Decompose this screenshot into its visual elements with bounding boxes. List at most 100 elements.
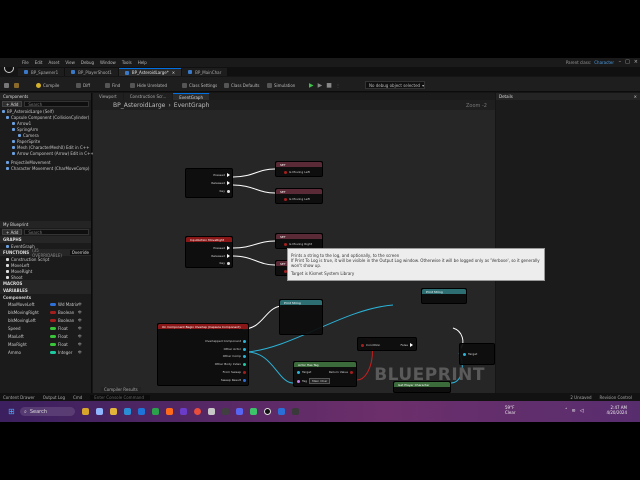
variable-item[interactable]: MaxLeft Float 👁 [0,332,91,340]
tab-bp-playershoot1[interactable]: BP_PlayerShoot1 [65,68,118,76]
class-settings-button[interactable]: Class Settings [182,81,217,89]
menu-asset[interactable]: Asset [48,60,59,65]
step-icon[interactable]: ▶ [318,82,323,89]
variable-type[interactable]: Integer [50,350,72,355]
cmd-dropdown[interactable]: Cmd [73,395,82,400]
input-action-node[interactable]: Pressed Released Key [185,168,233,198]
macros-section[interactable]: MACROS [0,280,91,287]
branch-node[interactable]: Condition False [357,337,417,351]
simulation-button[interactable]: Simulation [267,81,295,89]
event-graph-panel[interactable]: Viewport Construction Scr... EventGraph … [93,93,495,393]
debug-object-select[interactable]: No debug object selected ▾ [365,81,425,89]
set-value-pin[interactable]: Is Moving Right [284,242,312,246]
other-comp-pin[interactable]: Other Comp [223,354,246,358]
other-body-index-pin[interactable]: Other Body Index [215,362,246,366]
menu-tools[interactable]: Tools [122,60,132,65]
eye-icon[interactable]: 👁 [78,350,82,354]
actor-has-tag-node[interactable]: Actor Has Tag Target Return Value Tag Mai… [293,361,357,387]
close-icon[interactable]: × [634,94,637,99]
windows-start-icon[interactable]: ⊞ [8,407,15,416]
set-node[interactable]: SET Is Moving Left [275,161,323,177]
menu-window[interactable]: Window [100,60,116,65]
print-string-node[interactable]: Print String [279,299,323,335]
firefox-icon[interactable] [166,408,173,415]
add-component-button[interactable]: + Add [2,101,23,107]
graphs-section[interactable]: GRAPHS [0,236,91,243]
my-blueprint-search-input[interactable]: Search [24,229,89,235]
content-drawer-button[interactable]: Content Drawer [3,395,35,400]
task-view-icon[interactable] [96,408,103,415]
tab-bp-spawner1[interactable]: BP_Spawner1 [18,68,65,76]
variable-item[interactable]: Ammo Integer 👁 [0,348,91,356]
app-icon[interactable] [292,408,299,415]
eye-icon[interactable]: 👁 [78,342,82,346]
attach-target-pin[interactable]: Target [463,352,477,356]
variable-item[interactable]: bIsMovingRight Boolean 👁 [0,308,91,316]
variable-type[interactable]: Float [50,342,68,347]
tag-value-field[interactable]: Main Char [309,378,331,384]
add-member-button[interactable]: + Add [2,229,23,235]
volume-icon[interactable]: ◁ [580,408,584,414]
released-pin[interactable]: Released [211,181,230,185]
variable-item[interactable]: MaxMoveLeft Wd Matrix 👁 [0,300,91,308]
released-pin[interactable]: Released [211,254,230,258]
print-string-node-2[interactable]: Print String [421,288,467,304]
save-button[interactable] [4,81,9,89]
wifi-icon[interactable]: ≋ [572,408,576,414]
key-pin[interactable]: Key [220,261,230,265]
return-value-pin[interactable]: Return Value [329,370,353,374]
menu-view[interactable]: View [65,60,75,65]
hide-unrelated-button[interactable]: Hide Unrelated [130,81,167,89]
variable-type[interactable]: Float [50,326,68,331]
minimize-icon[interactable]: – [619,59,622,65]
chevron-up-icon[interactable]: ˄ [565,408,568,414]
app-icon[interactable] [222,408,229,415]
app-icon[interactable] [250,408,257,415]
file-explorer-icon[interactable] [110,408,117,415]
app-icon[interactable] [208,408,215,415]
app-icon[interactable] [152,408,159,415]
app-icon[interactable] [180,408,187,415]
begin-overlap-event-node[interactable]: On Component Begin Overlap (Capsule Comp… [157,323,249,386]
eye-icon[interactable]: 👁 [78,326,82,330]
close-icon[interactable]: × [634,59,638,65]
diff-button[interactable]: Diff [76,81,90,89]
play-icon[interactable]: ▶ [309,82,314,89]
eye-icon[interactable]: 👁 [78,302,82,306]
menu-edit[interactable]: Edit [35,60,43,65]
find-button[interactable]: Find [105,81,120,89]
pressed-pin[interactable]: Pressed [213,246,230,250]
target-pin[interactable]: Target [297,370,311,374]
menu-debug[interactable]: Debug [81,60,94,65]
more-icon[interactable]: ⋮ [336,83,340,88]
revision-control-button[interactable]: Revision Control [600,395,632,400]
discord-icon[interactable] [236,408,243,415]
condition-pin[interactable]: Condition [361,343,380,347]
app-icon[interactable] [278,408,285,415]
unsaved-indicator[interactable]: 2 Unsaved [570,395,591,400]
menu-help[interactable]: Help [138,60,147,65]
maximize-icon[interactable]: □ [625,59,630,65]
eye-icon[interactable]: 👁 [78,318,82,322]
clock[interactable]: 2:47 AM 4/20/2024 [597,405,627,415]
edge-icon[interactable] [124,408,131,415]
overlapped-component-pin[interactable]: Overlapped Component [205,339,246,343]
tab-bp-asteroidlarge[interactable]: BP_AsteroidLarge* × [118,68,182,76]
browse-button[interactable] [14,81,19,89]
set-value-pin[interactable]: Is Moving Left [284,197,310,201]
class-defaults-button[interactable]: Class Defaults [224,81,260,89]
set-value-pin[interactable]: Is Moving Left [284,170,310,174]
parent-class-value[interactable]: Character [594,60,614,65]
tag-pin[interactable]: Tag Main Char [297,378,331,384]
variable-item[interactable]: bIsMovingLeft Boolean 👁 [0,316,91,324]
menu-file[interactable]: File [22,60,29,65]
stop-icon[interactable]: ■ [326,82,332,89]
component-item[interactable]: Capsule Component (CollisionCylinder) [2,114,91,120]
unreal-taskbar-icon[interactable] [264,408,271,415]
console-input[interactable]: Enter Console Command [90,394,151,400]
compiler-results-tab[interactable]: Compiler Results [101,387,141,392]
variable-item[interactable]: MaxRight Float 👁 [0,340,91,348]
variable-type[interactable]: Boolean [50,318,74,323]
close-tab-icon[interactable]: × [172,70,175,75]
set-node[interactable]: SET Is Moving Left [275,188,323,204]
